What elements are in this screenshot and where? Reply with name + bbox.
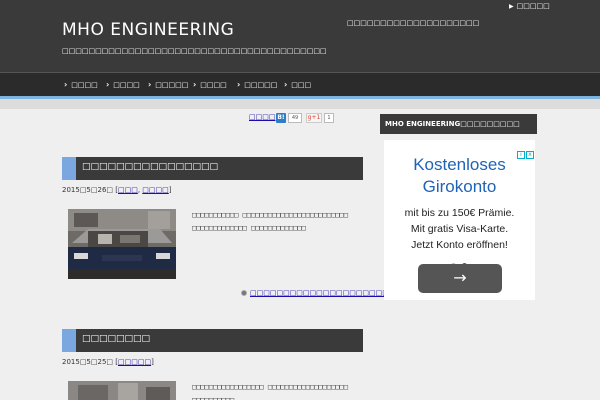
site-header: MHO ENGINEERING □□□□□□□□□□□□□□□□□□□□□□□□… bbox=[0, 0, 600, 72]
nav-item-2[interactable]: › □□□□ bbox=[106, 80, 140, 89]
chevron-right-icon: › bbox=[148, 80, 152, 89]
category-link[interactable]: □□□□ bbox=[142, 186, 168, 194]
post-date: 2015□5□26□ bbox=[62, 186, 114, 194]
header-right-text: □□□□□□□□□□□□□□□□□□□□ bbox=[347, 19, 480, 27]
ad-body: mit bis zu 150€ Prämie. Mit gratis Visa-… bbox=[384, 205, 535, 253]
hatena-bookmark-icon[interactable]: B! bbox=[276, 113, 286, 123]
post-title-bar: □□□□□□□□□□□□□□□□ bbox=[62, 157, 363, 180]
top-link[interactable]: ▶ □□□□□ bbox=[509, 2, 550, 10]
post-thumbnail[interactable] bbox=[68, 209, 176, 279]
category-link[interactable]: □□□ bbox=[118, 186, 138, 194]
post-date: 2015□5□25□ bbox=[62, 358, 114, 366]
main-nav: › □□□□ › □□□□ › □□□□□ › □□□□ › □□□□□ › □□□ bbox=[0, 72, 600, 96]
ad-body-line: mit bis zu 150€ Prämie. bbox=[404, 207, 515, 219]
post-meta: 2015□5□26□ [□□□, □□□□] bbox=[62, 186, 172, 194]
nav-item-1[interactable]: › □□□□ bbox=[64, 80, 98, 89]
ad-headline-line: Kostenloses bbox=[413, 155, 506, 174]
nav-item-label: □□□□□ bbox=[244, 81, 278, 89]
bullet-icon bbox=[241, 290, 247, 296]
nav-item-5[interactable]: › □□□□□ bbox=[237, 80, 277, 89]
chevron-right-icon: › bbox=[193, 80, 197, 89]
site-description: □□□□□□□□□□□□□□□□□□□□□□□□□□□□□□□□□□□□□□□□ bbox=[62, 47, 327, 55]
post-title-bar: □□□□□□□□ bbox=[62, 329, 363, 352]
ad-body-line: Mit gratis Visa-Karte. bbox=[410, 223, 509, 235]
category-link[interactable]: □□□□□ bbox=[118, 358, 151, 366]
engine-photo bbox=[68, 381, 176, 400]
arrow-right-icon: → bbox=[453, 268, 467, 287]
post-title[interactable]: □□□□□□□□ bbox=[82, 334, 150, 344]
chevron-right-icon: › bbox=[284, 80, 288, 89]
post-excerpt: □□□□□□□□□□□□□□□□□ □□□□□□□□□□□□□□□□□□□ □□… bbox=[192, 383, 348, 400]
chevron-right-icon: › bbox=[106, 80, 110, 89]
nav-item-3[interactable]: › □□□□□ bbox=[148, 80, 188, 89]
chevron-right-icon: › bbox=[64, 80, 68, 89]
nav-item-label: □□□□ bbox=[71, 81, 98, 89]
gplus-count: 1 bbox=[324, 113, 334, 123]
top-link-label: □□□□□ bbox=[516, 2, 550, 10]
post-title[interactable]: □□□□□□□□□□□□□□□□ bbox=[82, 162, 218, 172]
site-title[interactable]: MHO ENGINEERING bbox=[62, 20, 234, 40]
nav-item-label: □□□□□ bbox=[155, 81, 189, 89]
triangle-right-icon: ▶ bbox=[509, 3, 514, 10]
nav-item-label: □□□ bbox=[291, 81, 312, 89]
post-excerpt: □□□□□□□□□□□ □□□□□□□□□□□□□□□□□□□□□□□□□ □□… bbox=[192, 211, 348, 232]
chevron-right-icon: › bbox=[237, 80, 241, 89]
hatena-count: 49 bbox=[288, 113, 302, 123]
nav-item-4[interactable]: › □□□□ bbox=[193, 80, 227, 89]
ad-headline-line: Girokonto bbox=[422, 177, 497, 196]
nav-item-label: □□□□ bbox=[113, 81, 140, 89]
google-plus-button[interactable]: g+1 bbox=[306, 113, 322, 123]
ad-banner[interactable]: ix Kostenloses Girokonto mit bis zu 150€… bbox=[384, 140, 535, 300]
post-thumbnail[interactable] bbox=[68, 381, 176, 400]
post-meta: 2015□5□25□ [□□□□□] bbox=[62, 358, 154, 366]
sidebar-widget-title: MHO ENGINEERING□□□□□□□□□ bbox=[380, 114, 537, 134]
ad-headline: Kostenloses Girokonto bbox=[384, 154, 535, 198]
title-accent bbox=[62, 329, 76, 352]
car-engine-photo bbox=[68, 209, 176, 279]
share-link[interactable]: □□□□ bbox=[249, 113, 275, 121]
title-accent bbox=[62, 157, 76, 180]
ad-arrow-button[interactable]: → bbox=[418, 264, 502, 293]
nav-item-label: □□□□ bbox=[200, 81, 227, 89]
sub-bar bbox=[0, 99, 600, 109]
ad-body-line: Jetzt Konto eröffnen! bbox=[411, 239, 508, 251]
nav-item-6[interactable]: › □□□ bbox=[284, 80, 311, 89]
